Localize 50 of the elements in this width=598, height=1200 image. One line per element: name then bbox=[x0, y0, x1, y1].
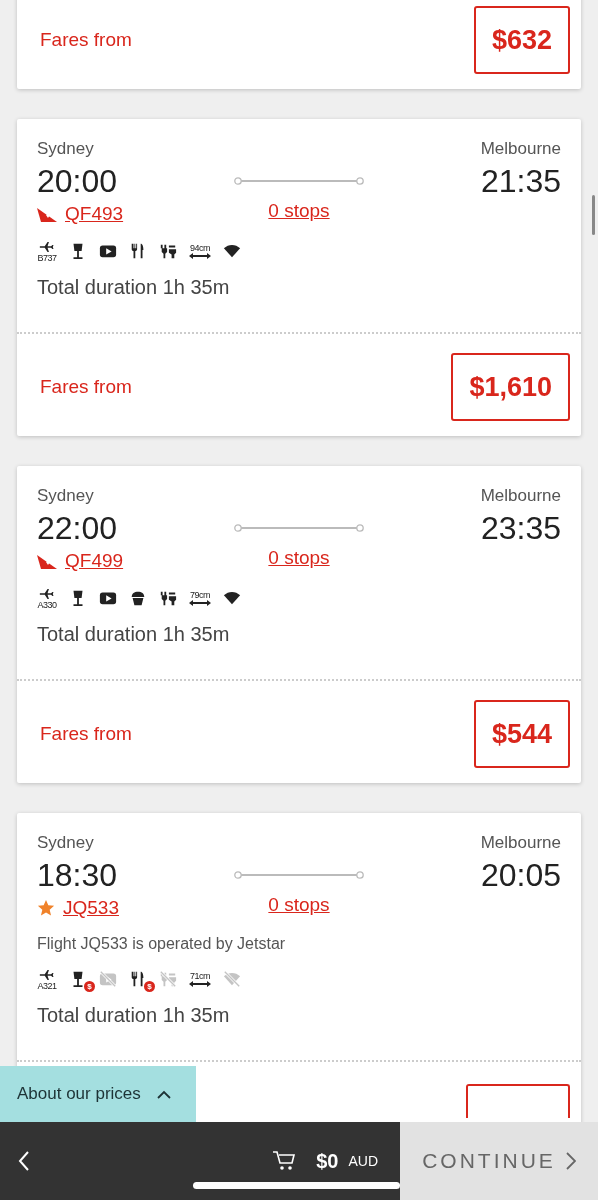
stops-link[interactable]: 0 stops bbox=[268, 894, 330, 916]
chevron-right-icon bbox=[565, 1152, 576, 1170]
paid-badge: $ bbox=[144, 981, 155, 992]
paid-badge: $ bbox=[84, 981, 95, 992]
currency-label: AUD bbox=[348, 1153, 378, 1169]
seat-pitch-label: 94cm bbox=[190, 243, 210, 253]
double-arrow-icon bbox=[189, 981, 211, 987]
arrival-time: 21:35 bbox=[480, 162, 561, 201]
fares-from-label: Fares from bbox=[40, 29, 132, 51]
aircraft-code: A330 bbox=[37, 600, 57, 610]
arrival-time: 23:35 bbox=[480, 509, 561, 548]
fare-price-button[interactable]: $632 bbox=[473, 6, 570, 74]
fare-price-button[interactable]: $544 bbox=[473, 700, 570, 768]
seat-pitch-label: 79cm bbox=[190, 590, 210, 600]
kangaroo-tail-icon bbox=[37, 206, 57, 222]
total-duration: Total duration 1h 35m bbox=[37, 622, 231, 647]
departure-time: 18:30 bbox=[37, 856, 119, 895]
double-arrow-icon bbox=[189, 600, 211, 606]
kangaroo-tail-icon bbox=[37, 553, 57, 569]
departure-time: 22:00 bbox=[37, 509, 119, 548]
cart-icon[interactable] bbox=[272, 1150, 297, 1172]
double-arrow-icon bbox=[189, 253, 211, 259]
scrollbar-thumb bbox=[592, 195, 595, 235]
flight-number-link[interactable]: QF499 bbox=[65, 550, 124, 572]
origin-city: Sydney bbox=[37, 485, 95, 507]
cart-total: $0 bbox=[316, 1149, 339, 1173]
flight-number-link[interactable]: QF493 bbox=[65, 203, 124, 225]
stops-link[interactable]: 0 stops bbox=[268, 547, 330, 569]
seat-pitch-label: 71cm bbox=[190, 971, 210, 981]
star-icon bbox=[37, 899, 55, 917]
aircraft-code: B737 bbox=[37, 253, 57, 263]
fares-from-label: Fares from bbox=[40, 376, 132, 398]
destination-city: Melbourne bbox=[480, 832, 561, 854]
stops-link[interactable]: 0 stops bbox=[268, 200, 330, 222]
about-prices-tab[interactable]: About our prices bbox=[0, 1066, 196, 1122]
operator-note: Flight JQ533 is operated by Jetstar bbox=[37, 934, 287, 954]
flight-number-link[interactable]: JQ533 bbox=[63, 897, 119, 919]
fare-price-button[interactable]: $1,610 bbox=[451, 353, 570, 421]
total-duration: Total duration 1h 35m bbox=[37, 1003, 231, 1028]
fares-from-label: Fares from bbox=[40, 723, 132, 745]
back-chevron-icon[interactable] bbox=[18, 1151, 30, 1171]
aircraft-code: A321 bbox=[37, 981, 57, 991]
origin-city: Sydney bbox=[37, 138, 95, 160]
arrival-time: 20:05 bbox=[480, 856, 561, 895]
departure-time: 20:00 bbox=[37, 162, 119, 201]
continue-button[interactable]: CONTINUE bbox=[400, 1122, 598, 1200]
destination-city: Melbourne bbox=[480, 138, 561, 160]
origin-city: Sydney bbox=[37, 832, 95, 854]
destination-city: Melbourne bbox=[480, 485, 561, 507]
total-duration: Total duration 1h 35m bbox=[37, 275, 231, 300]
